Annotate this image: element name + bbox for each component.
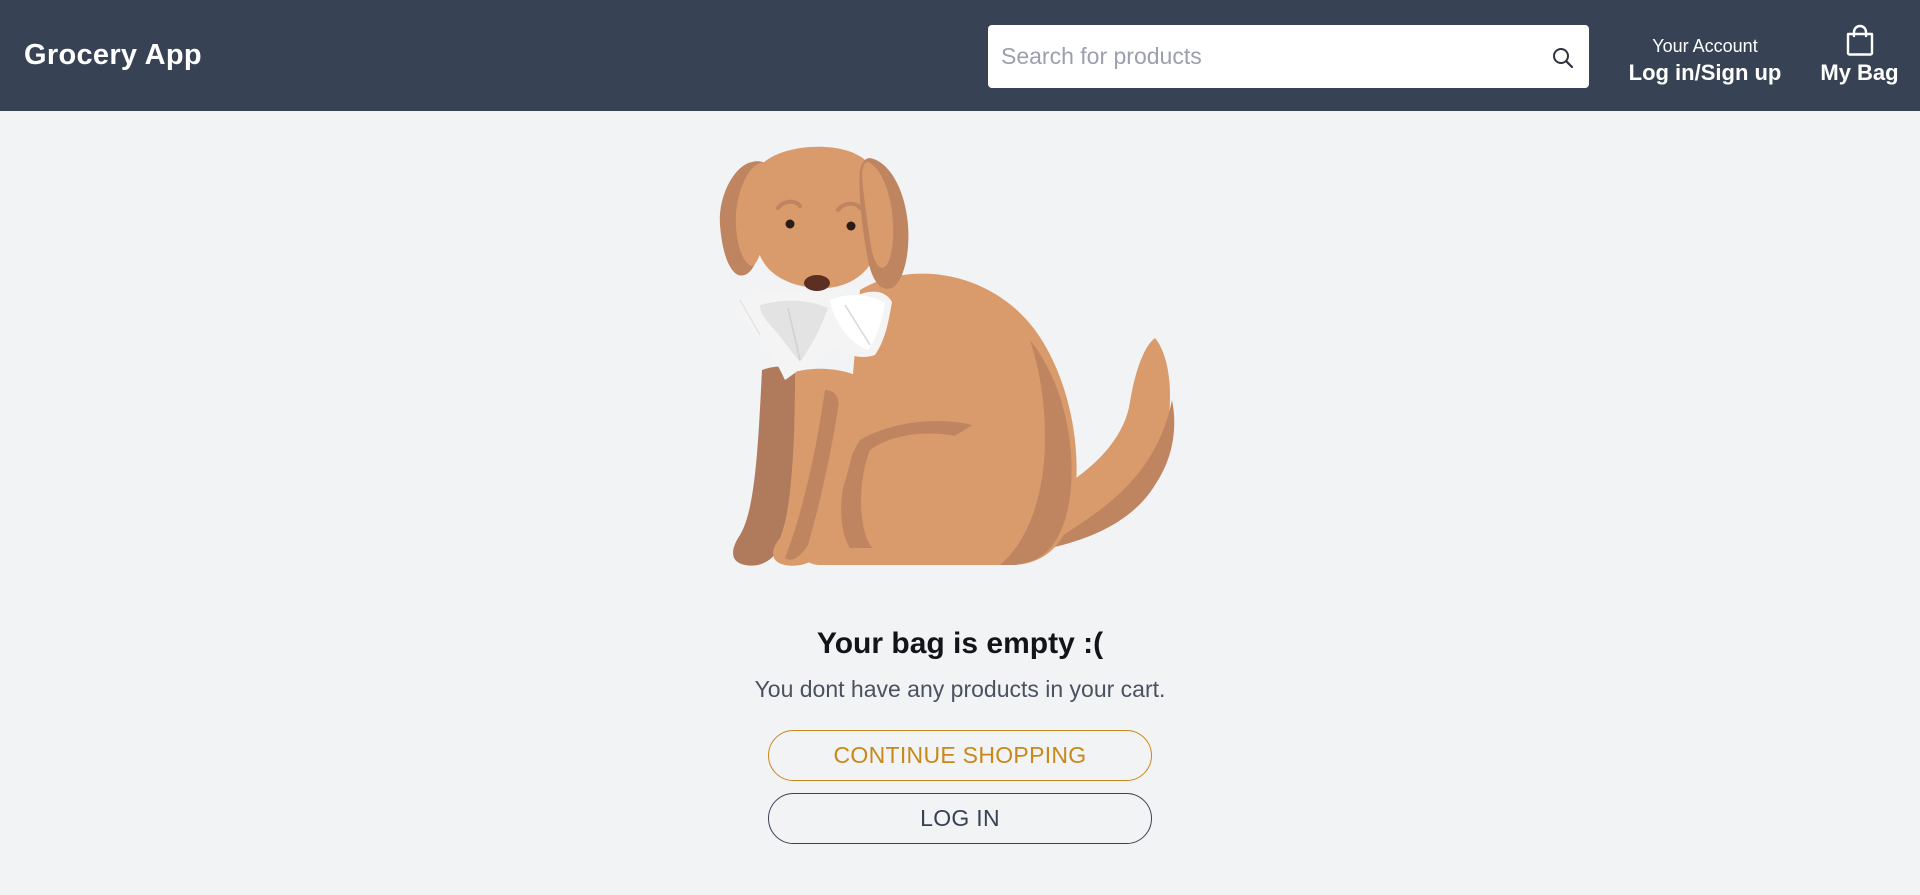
dog-holding-paper-illustration [719, 146, 1175, 566]
my-bag-label: My Bag [1820, 60, 1899, 85]
search-bar [988, 25, 1589, 88]
continue-shopping-button[interactable]: CONTINUE SHOPPING [768, 730, 1152, 781]
top-navbar: Grocery App Your Account Log in/Sign up … [0, 0, 1920, 111]
account-label: Your Account [1652, 36, 1758, 56]
my-bag-button[interactable]: My Bag [1812, 24, 1907, 88]
shopping-bag-icon [1846, 24, 1873, 56]
search-input[interactable] [988, 25, 1528, 88]
empty-bag-title: Your bag is empty :( [816, 627, 1104, 660]
empty-bag-subtitle: You dont have any products in your cart. [754, 676, 1166, 702]
account-menu[interactable]: Your Account Log in/Sign up [1620, 34, 1790, 88]
brand-logo[interactable]: Grocery App [24, 38, 202, 72]
login-button[interactable]: LOG IN [768, 793, 1152, 844]
search-icon[interactable] [1551, 46, 1575, 70]
login-signup-link[interactable]: Log in/Sign up [1620, 58, 1790, 88]
